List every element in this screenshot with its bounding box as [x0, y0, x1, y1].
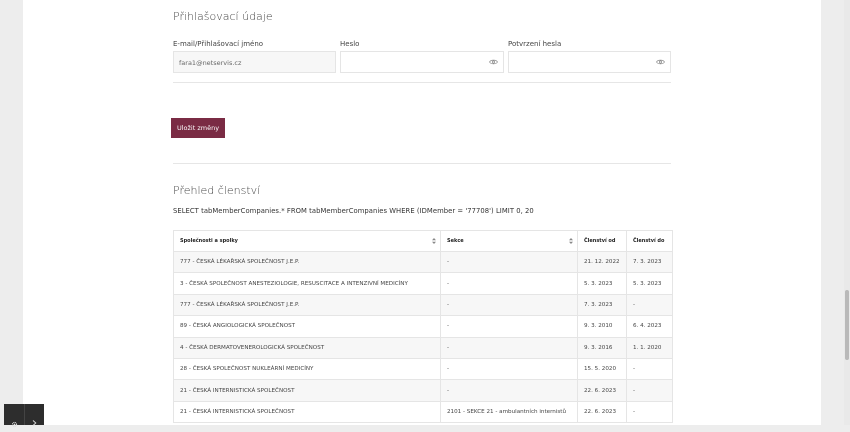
- cell-to: 6. 4. 2023: [626, 315, 673, 338]
- cell-section: -: [440, 357, 578, 381]
- column-header-member-to: Členství do: [626, 230, 673, 252]
- table-row: 4 - ČESKÁ DERMATOVENEROLOGICKÁ SPOLEČNOS…: [173, 336, 673, 359]
- debug-toolbar[interactable]: [4, 404, 44, 428]
- table-row: 3 - ČESKÁ SPOLEČNOST ANESTEZIOLOGIE, RES…: [173, 272, 673, 295]
- cell-section: -: [440, 379, 578, 402]
- cell-from: 5. 3. 2023: [577, 272, 627, 295]
- cell-section: -: [440, 293, 578, 317]
- cell-company: 89 - ČESKÁ ANGIOLOGICKÁ SPOLEČNOST: [173, 315, 441, 338]
- scrollbar[interactable]: [844, 0, 850, 425]
- password-label: Heslo: [340, 40, 360, 48]
- cell-to: 5. 3. 2023: [626, 272, 673, 295]
- membership-section-title: Přehled členství: [173, 184, 261, 197]
- cell-to: 7. 3. 2023: [626, 250, 673, 274]
- divider: [173, 82, 671, 83]
- divider: [173, 163, 671, 164]
- table-row: 28 - ČESKÁ SPOLEČNOST NUKLEÁRNÍ MEDICÍNY…: [173, 357, 673, 381]
- cell-from: 9. 3. 2010: [577, 315, 627, 338]
- chevron-right-icon[interactable]: [32, 411, 37, 430]
- column-header-member-from: Členství od: [577, 230, 627, 252]
- password-field[interactable]: [340, 51, 504, 73]
- cell-section: -: [440, 250, 578, 274]
- cell-section: -: [440, 336, 578, 359]
- cell-to: -: [626, 293, 673, 317]
- cell-to: -: [626, 379, 673, 402]
- cell-company: 28 - ČESKÁ SPOLEČNOST NUKLEÁRNÍ MEDICÍNY: [173, 357, 441, 381]
- sql-query-text: SELECT tabMemberCompanies.* FROM tabMemb…: [173, 207, 534, 215]
- cell-from: 21. 12. 2022: [577, 250, 627, 274]
- cell-from: 22. 6. 2023: [577, 400, 627, 424]
- cell-section: -: [440, 315, 578, 338]
- cell-company: 777 - ČESKÁ LÉKAŘSKÁ SPOLEČNOST J.E.P.: [173, 293, 441, 317]
- eye-icon[interactable]: [489, 59, 498, 67]
- table-header-row: Společnosti a spolky Sekce Členství od Č…: [173, 230, 673, 252]
- cell-section: 2101 - SEKCE 21 - ambulantních internist…: [440, 400, 578, 424]
- cell-section: -: [440, 272, 578, 295]
- confirm-password-field[interactable]: [508, 51, 671, 73]
- scrollbar-thumb[interactable]: [845, 290, 849, 360]
- table-row: 21 - ČESKÁ INTERNISTICKÁ SPOLEČNOST - 22…: [173, 379, 673, 402]
- email-label: E-mail/Přihlašovací jméno: [173, 40, 264, 48]
- confirm-password-label: Potvrzení hesla: [508, 40, 562, 48]
- eye-icon[interactable]: [656, 59, 665, 67]
- cell-from: 15. 5. 2020: [577, 357, 627, 381]
- cell-company: 21 - ČESKÁ INTERNISTICKÁ SPOLEČNOST: [173, 379, 441, 402]
- email-value: fara1@netservis.cz: [179, 59, 242, 67]
- cell-from: 7. 3. 2023: [577, 293, 627, 317]
- column-header-section[interactable]: Sekce: [440, 230, 578, 252]
- login-section-title: Přihlašovací údaje: [173, 10, 273, 23]
- cell-to: -: [626, 357, 673, 381]
- cell-company: 777 - ČESKÁ LÉKAŘSKÁ SPOLEČNOST J.E.P.: [173, 250, 441, 274]
- column-header-companies[interactable]: Společnosti a spolky: [173, 230, 441, 252]
- table-row: 89 - ČESKÁ ANGIOLOGICKÁ SPOLEČNOST - 9. …: [173, 315, 673, 338]
- cell-to: 1. 1. 2020: [626, 336, 673, 359]
- table-row: 777 - ČESKÁ LÉKAŘSKÁ SPOLEČNOST J.E.P. -…: [173, 250, 673, 274]
- email-field[interactable]: fara1@netservis.cz: [173, 51, 336, 73]
- save-button[interactable]: Uložit změny: [171, 118, 225, 138]
- cell-company: 4 - ČESKÁ DERMATOVENEROLOGICKÁ SPOLEČNOS…: [173, 336, 441, 359]
- cell-from: 9. 3. 2016: [577, 336, 627, 359]
- sort-icon[interactable]: [569, 238, 573, 246]
- cell-from: 22. 6. 2023: [577, 379, 627, 402]
- cell-company: 3 - ČESKÁ SPOLEČNOST ANESTEZIOLOGIE, RES…: [173, 272, 441, 295]
- divider: [24, 404, 25, 425]
- sort-icon[interactable]: [432, 238, 436, 246]
- cell-to: -: [626, 400, 673, 424]
- membership-table: Společnosti a spolky Sekce Členství od Č…: [173, 230, 673, 424]
- table-row: 21 - ČESKÁ INTERNISTICKÁ SPOLEČNOST 2101…: [173, 400, 673, 424]
- gear-icon[interactable]: [11, 413, 18, 432]
- table-row: 777 - ČESKÁ LÉKAŘSKÁ SPOLEČNOST J.E.P. -…: [173, 293, 673, 317]
- cell-company: 21 - ČESKÁ INTERNISTICKÁ SPOLEČNOST: [173, 400, 441, 424]
